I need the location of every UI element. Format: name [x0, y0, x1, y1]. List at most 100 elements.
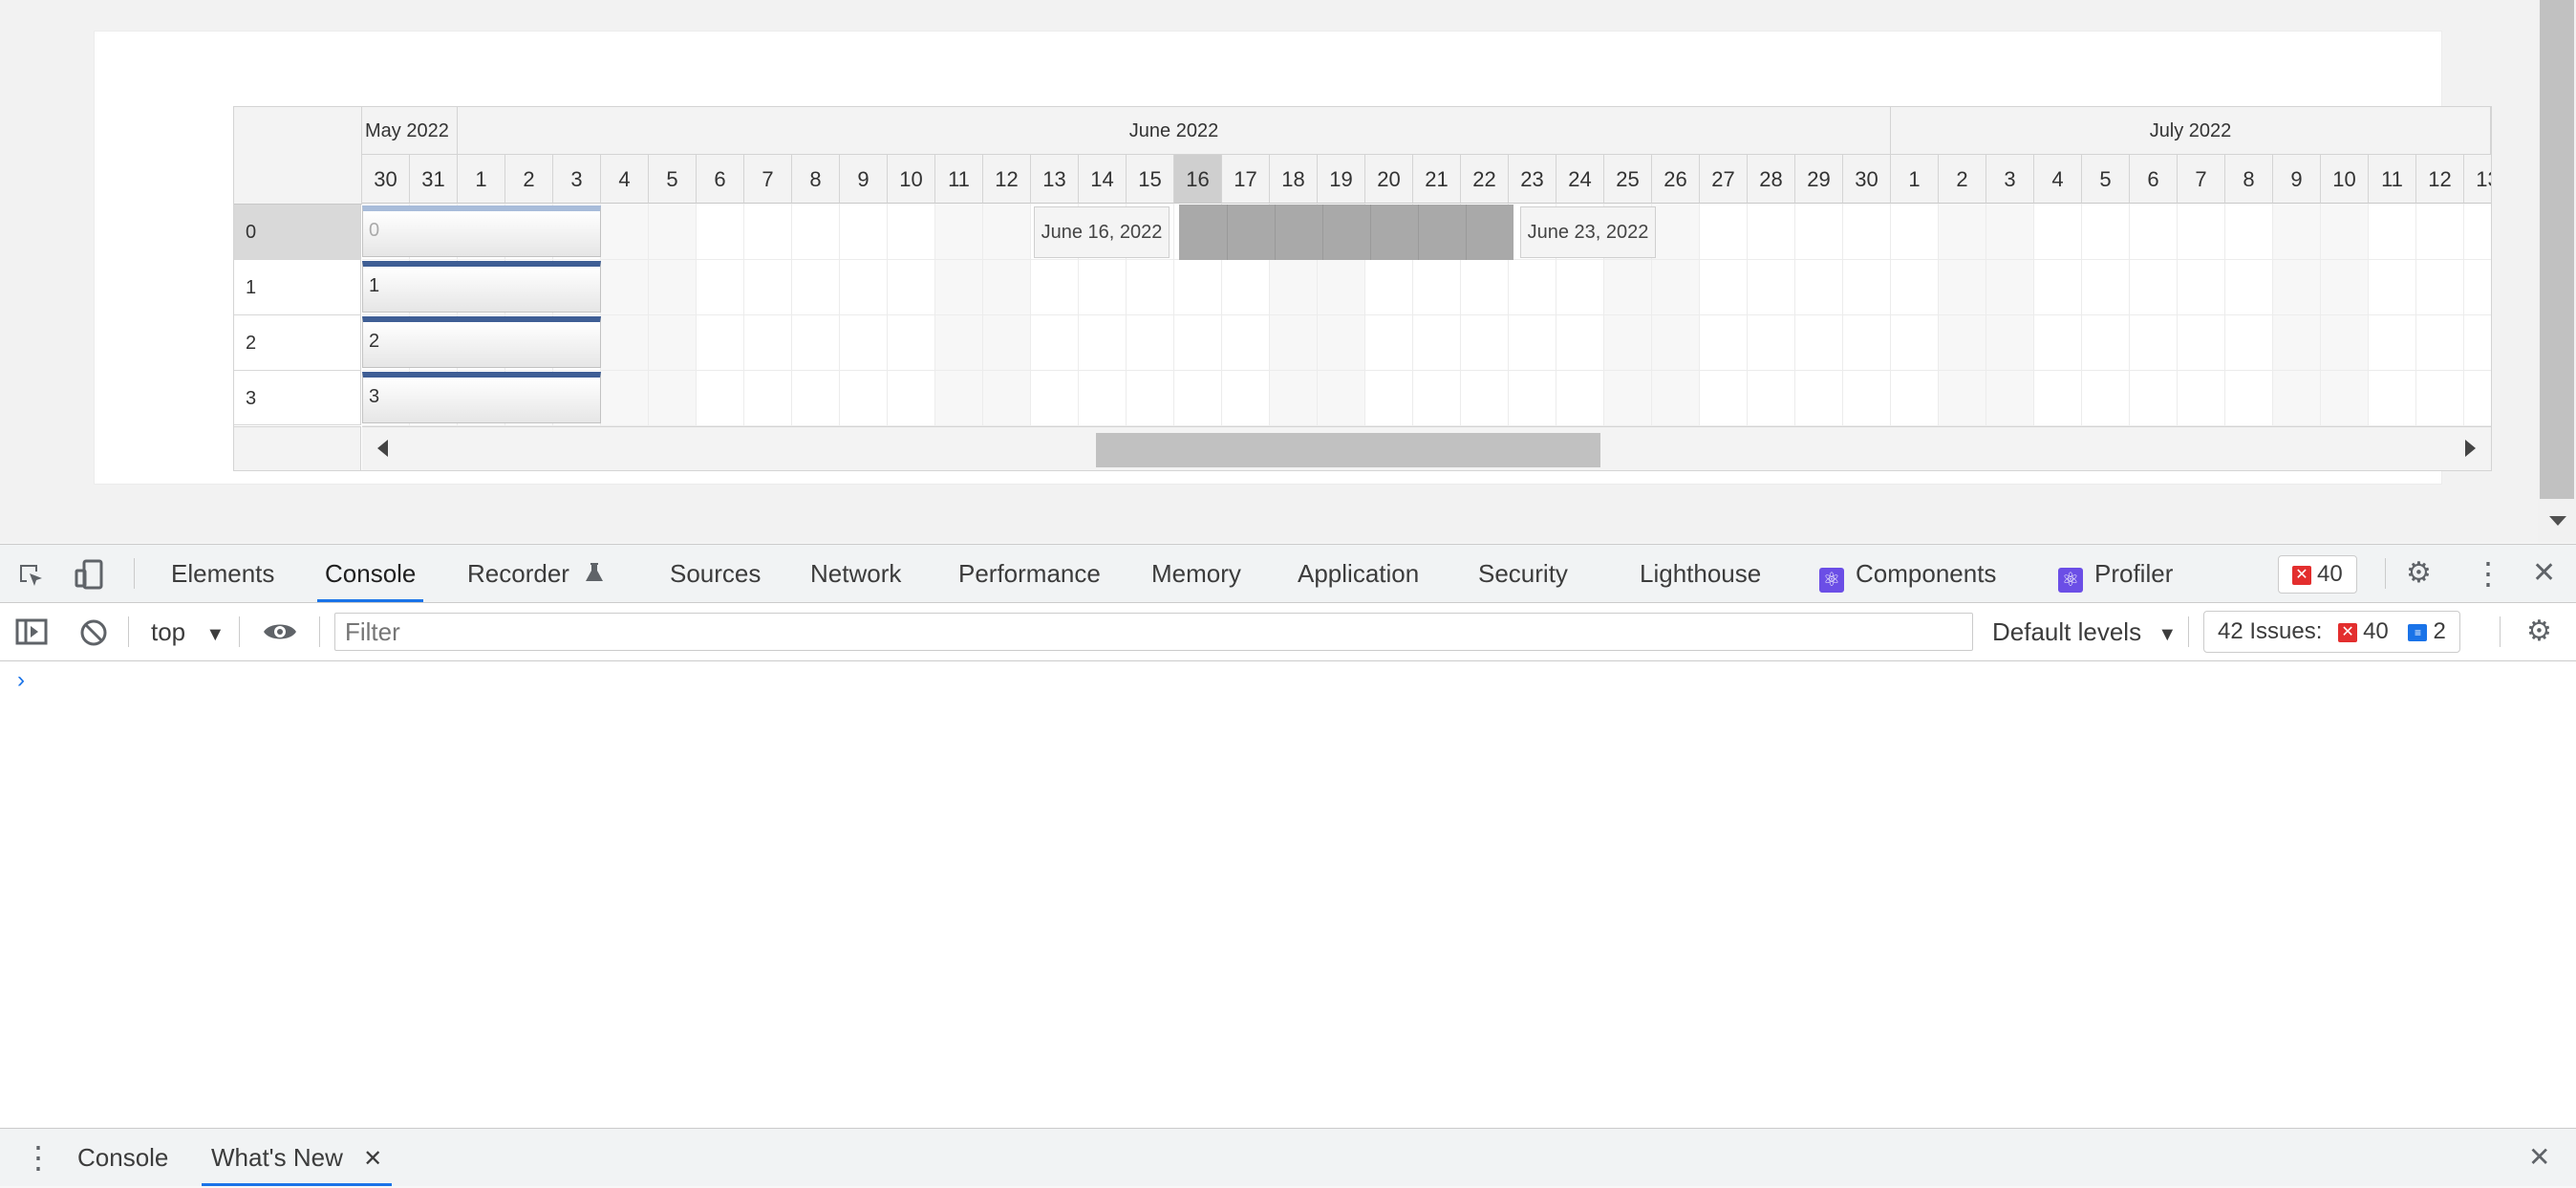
error-icon: ✕	[2338, 623, 2358, 642]
settings-gear-icon[interactable]: ⚙	[2406, 545, 2432, 602]
tab-elements[interactable]: Elements	[171, 545, 274, 602]
device-toolbar-icon[interactable]	[75, 558, 107, 591]
horizontal-scroll-thumb[interactable]	[1096, 433, 1600, 467]
day-header-cell: 5	[2082, 155, 2130, 204]
more-options-icon[interactable]: ⋮	[2473, 545, 2503, 602]
range-divider	[1227, 205, 1228, 260]
day-header-cell: 5	[649, 155, 697, 204]
tab-lighthouse[interactable]: Lighthouse	[1640, 545, 1761, 602]
drawer-menu-icon[interactable]: ⋮	[23, 1129, 54, 1186]
console-filter-input[interactable]	[334, 613, 1973, 651]
day-header-cell: 10	[888, 155, 935, 204]
day-header-cell: 17	[1222, 155, 1270, 204]
day-header-cell: 9	[2273, 155, 2321, 204]
day-header-cell: 13	[2464, 155, 2491, 204]
day-header-cell: 10	[2321, 155, 2369, 204]
drawer-tab-whats-new[interactable]: What's New ✕	[201, 1129, 393, 1186]
close-tab-icon[interactable]: ✕	[363, 1146, 382, 1172]
day-header-cell: 6	[697, 155, 744, 204]
day-header-cell: 15	[1127, 155, 1174, 204]
day-header-cell: 25	[1604, 155, 1652, 204]
console-settings-gear-icon[interactable]: ⚙	[2526, 603, 2552, 660]
issues-info-count: 2	[2433, 618, 2446, 644]
row-header-0[interactable]: 0	[234, 205, 361, 260]
day-header-cell: 1	[458, 155, 505, 204]
divider	[239, 616, 240, 647]
day-header-cell: 2	[1939, 155, 1986, 204]
day-header-cell: 11	[2369, 155, 2416, 204]
scroll-down-arrow-icon[interactable]	[2549, 516, 2566, 526]
sidebar-toggle-icon[interactable]	[15, 618, 48, 645]
range-divider	[1466, 205, 1467, 260]
vertical-scrollbar[interactable]	[2538, 0, 2576, 543]
vertical-scroll-thumb[interactable]	[2540, 0, 2574, 499]
day-header-cell: 30	[1843, 155, 1891, 204]
task-bar-2[interactable]: 2	[362, 316, 601, 368]
row-divider	[362, 314, 2491, 315]
month-header-july: July 2022	[1891, 107, 2491, 155]
scroll-right-arrow-icon[interactable]	[2465, 440, 2476, 457]
tab-recorder-label: Recorder	[467, 559, 569, 588]
context-label: top	[151, 617, 186, 646]
row-header-3[interactable]: 3	[234, 371, 361, 425]
row-divider	[362, 370, 2491, 371]
day-header-cell: 4	[2034, 155, 2082, 204]
day-header-cell: 24	[1556, 155, 1604, 204]
console-prompt-icon[interactable]: ›	[17, 667, 25, 694]
tab-profiler-label: Profiler	[2094, 559, 2174, 588]
issues-button[interactable]: 42 Issues: ✕ 40 ≡ 2	[2203, 611, 2460, 653]
tab-memory[interactable]: Memory	[1151, 545, 1241, 602]
tab-sources[interactable]: Sources	[670, 545, 761, 602]
day-header-cell: 13	[1031, 155, 1079, 204]
issues-error-count: 40	[2363, 618, 2389, 644]
tab-application[interactable]: Application	[1298, 545, 1419, 602]
day-header-cell: 26	[1652, 155, 1700, 204]
month-header-may: May 2022	[362, 107, 458, 155]
day-header-cell: 30	[362, 155, 410, 204]
tab-network[interactable]: Network	[810, 545, 901, 602]
drag-end-date-label: June 23, 2022	[1520, 206, 1656, 258]
react-icon: ⚛	[1819, 568, 1844, 593]
clear-console-icon[interactable]	[79, 618, 108, 647]
gantt-footer-corner	[234, 426, 361, 470]
close-devtools-icon[interactable]: ✕	[2532, 545, 2556, 602]
dropdown-arrow-icon: ▼	[2157, 624, 2178, 645]
drawer-tab-console[interactable]: Console	[77, 1129, 168, 1186]
task-bar-3[interactable]: 3	[362, 372, 601, 423]
day-header-cell: 16	[1174, 155, 1222, 204]
error-count-badge[interactable]: ✕ 40	[2278, 555, 2357, 594]
day-header-cell: 6	[2130, 155, 2178, 204]
devtools-tab-bar: Elements Console Recorder Sources Networ…	[0, 545, 2576, 603]
drawer-tab-whats-new-label: What's New	[211, 1143, 343, 1172]
day-header-cell: 23	[1509, 155, 1556, 204]
tab-profiler[interactable]: ⚛ Profiler	[2058, 545, 2173, 602]
day-header-cell: 28	[1748, 155, 1795, 204]
day-header-cell: 3	[1986, 155, 2034, 204]
scroll-left-arrow-icon[interactable]	[377, 440, 388, 457]
tab-recorder[interactable]: Recorder	[467, 545, 605, 602]
task-bar-0[interactable]: 0	[362, 205, 601, 257]
log-levels-dropdown[interactable]: Default levels ▼	[1992, 603, 2177, 660]
day-header-cell: 4	[601, 155, 649, 204]
day-header-cell: 11	[935, 155, 983, 204]
horizontal-scrollbar[interactable]	[362, 426, 2491, 470]
react-icon: ⚛	[2058, 568, 2083, 593]
close-drawer-icon[interactable]: ✕	[2528, 1129, 2550, 1186]
day-header-cell: 14	[1079, 155, 1127, 204]
gantt-header-corner	[234, 107, 362, 205]
tab-performance[interactable]: Performance	[958, 545, 1101, 602]
live-expression-eye-icon[interactable]	[262, 620, 298, 643]
inspect-element-icon[interactable]	[17, 562, 46, 591]
range-divider	[1275, 205, 1276, 260]
row-header-2[interactable]: 2	[234, 315, 361, 371]
day-header-cell: 8	[792, 155, 840, 204]
range-divider	[1322, 205, 1323, 260]
tab-security[interactable]: Security	[1478, 545, 1568, 602]
day-header-cell: 31	[410, 155, 458, 204]
page-viewport: May 2022 June 2022 July 2022 30 31 1 2 3 4 5 6 7…	[0, 0, 2576, 543]
task-bar-1[interactable]: 1	[362, 261, 601, 313]
row-header-1[interactable]: 1	[234, 260, 361, 315]
tab-console[interactable]: Console	[316, 545, 424, 602]
tab-components[interactable]: ⚛ Components	[1819, 545, 1996, 602]
context-selector[interactable]: top ▼	[151, 603, 225, 660]
